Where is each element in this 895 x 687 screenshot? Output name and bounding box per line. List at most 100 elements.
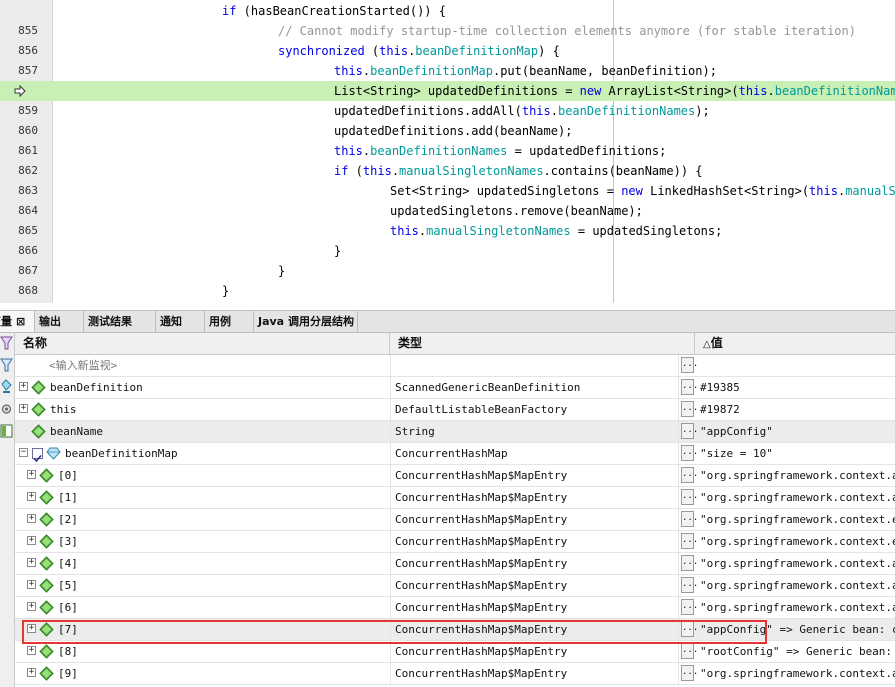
- ellipsis-button[interactable]: ...: [681, 577, 698, 593]
- variable-value[interactable]: "size = 10": [700, 443, 773, 464]
- expand-toggle-icon[interactable]: +: [27, 536, 36, 545]
- ellipsis-button[interactable]: ...: [681, 357, 698, 373]
- line-number: 859: [18, 104, 38, 117]
- tab-label: 变量: [0, 315, 12, 328]
- expand-toggle-icon[interactable]: +: [27, 580, 36, 589]
- ellipsis-button[interactable]: ...: [681, 401, 698, 417]
- tab-4[interactable]: 用例: [205, 311, 254, 332]
- expand-toggle-icon[interactable]: +: [19, 382, 28, 391]
- variable-value[interactable]: "org.springframework.context.annotation.…: [700, 597, 895, 618]
- table-row[interactable]: + [0] ConcurrentHashMap$MapEntry... "org.sp…: [15, 465, 895, 487]
- table-row[interactable]: + [1] ConcurrentHashMap$MapEntry... "org.sp…: [15, 487, 895, 509]
- expand-toggle-icon[interactable]: +: [27, 602, 36, 611]
- tab-5[interactable]: Java 调用分层结构: [254, 311, 358, 332]
- variable-value[interactable]: "org.springframework.context.annotation.…: [700, 465, 895, 486]
- code-line[interactable]: 859 updatedDefinitions.addAll(this.beanDe…: [0, 101, 895, 121]
- close-tab-icon[interactable]: ⊠: [16, 315, 25, 328]
- code-line[interactable]: 857 this.beanDefinitionMap.put(beanName, …: [0, 61, 895, 81]
- code-token: .: [391, 164, 400, 178]
- expand-toggle-icon[interactable]: +: [27, 470, 36, 479]
- filter-alt-icon[interactable]: [0, 357, 13, 375]
- table-row[interactable]: + [6] ConcurrentHashMap$MapEntry... "org.sp…: [15, 597, 895, 619]
- table-row[interactable]: + [2] ConcurrentHashMap$MapEntry... "org.sp…: [15, 509, 895, 531]
- variable-value[interactable]: #19872: [700, 399, 740, 420]
- variable-value[interactable]: "org.springframework.context.annotation.…: [700, 487, 895, 508]
- collapse-toggle-icon[interactable]: −: [19, 448, 28, 457]
- table-row[interactable]: + [8] ConcurrentHashMap$MapEntry... "rootCo…: [15, 641, 895, 663]
- table-row[interactable]: − beanDefinitionMap ConcurrentHashMap... "s…: [15, 443, 895, 465]
- ellipsis-button[interactable]: ...: [681, 511, 698, 527]
- ellipsis-button[interactable]: ...: [681, 533, 698, 549]
- variable-value[interactable]: "org.springframework.context.annotation.…: [700, 553, 895, 574]
- expand-toggle-icon[interactable]: +: [27, 668, 36, 677]
- code-line[interactable]: if (hasBeanCreationStarted()) {: [0, 1, 895, 21]
- variable-value[interactable]: "org.springframework.context.event.inter…: [700, 531, 895, 552]
- variable-value[interactable]: "appConfig" => Generic bean: class: [700, 619, 895, 640]
- variable-type: String: [390, 421, 678, 442]
- name-cell: + [7]: [15, 619, 390, 640]
- tab-1[interactable]: 输出: [35, 311, 84, 332]
- variable-value[interactable]: "org.springframework.context.annotation.…: [700, 663, 895, 684]
- variable-value[interactable]: "org.springframework.context.event.inter…: [700, 509, 895, 530]
- expand-toggle-icon[interactable]: +: [19, 404, 28, 413]
- code-line[interactable]: 862 if (this.manualSingletonNames.contain…: [0, 161, 895, 181]
- ellipsis-button[interactable]: ...: [681, 665, 698, 681]
- column-header-type[interactable]: 类型: [390, 333, 695, 354]
- expand-toggle-icon[interactable]: +: [27, 558, 36, 567]
- variable-value[interactable]: #19385: [700, 377, 740, 398]
- new-watch-placeholder[interactable]: <输入新监视>: [49, 355, 117, 376]
- field-variable-icon: [39, 556, 54, 571]
- column-header-name[interactable]: 名称: [15, 333, 390, 354]
- code-line[interactable]: 864 updatedSingletons.remove(beanName);: [0, 201, 895, 221]
- expand-toggle-icon[interactable]: +: [27, 492, 36, 501]
- table-row[interactable]: + beanDefinition ScannedGenericBeanDefinit…: [15, 377, 895, 399]
- watch-checkbox[interactable]: [32, 448, 43, 463]
- tab-0[interactable]: 变量 ⊠: [0, 311, 35, 332]
- column-header-value-label: 值: [710, 336, 723, 350]
- new-watch-row[interactable]: <输入新监视> ...: [15, 355, 895, 377]
- table-row[interactable]: + [5] ConcurrentHashMap$MapEntry... "org.sp…: [15, 575, 895, 597]
- column-header-value[interactable]: △值: [695, 333, 895, 354]
- code-line[interactable]: 865 this.manualSingletonNames = updatedSi…: [0, 221, 895, 241]
- code-line[interactable]: 860 updatedDefinitions.add(beanName);: [0, 121, 895, 141]
- ellipsis-button[interactable]: ...: [681, 423, 698, 439]
- watch-icon[interactable]: [0, 379, 13, 397]
- code-line[interactable]: 856 synchronized (this.beanDefinitionMap)…: [0, 41, 895, 61]
- code-editor[interactable]: if (hasBeanCreationStarted()) {855 // Can…: [0, 0, 895, 303]
- ellipsis-button[interactable]: ...: [681, 379, 698, 395]
- expand-toggle-icon[interactable]: +: [27, 514, 36, 523]
- table-row[interactable]: beanName String... "appConfig": [15, 421, 895, 443]
- variable-value[interactable]: "rootConfig" => Generic bean: class: [700, 641, 895, 662]
- code-line-current[interactable]: List<String> updatedDefinitions = new Ar…: [0, 81, 895, 101]
- code-line[interactable]: 868}: [0, 281, 895, 301]
- ellipsis-button[interactable]: ...: [681, 621, 698, 637]
- ellipsis-button[interactable]: ...: [681, 467, 698, 483]
- value-cell: ..."org.springframework.context.annotati…: [678, 553, 895, 574]
- variable-value[interactable]: "org.springframework.context.annotation.…: [700, 575, 895, 596]
- table-row[interactable]: + [9] ConcurrentHashMap$MapEntry... "org.sp…: [15, 663, 895, 685]
- code-token: .: [767, 84, 775, 98]
- code-line[interactable]: 867}: [0, 261, 895, 281]
- ellipsis-button[interactable]: ...: [681, 555, 698, 571]
- expand-toggle-icon[interactable]: +: [27, 624, 36, 633]
- tab-3[interactable]: 通知: [156, 311, 205, 332]
- table-row[interactable]: + [7] ConcurrentHashMap$MapEntry... "appCon…: [15, 619, 895, 641]
- filter-icon[interactable]: [0, 335, 13, 353]
- value-cell: ... "appConfig": [678, 421, 895, 442]
- code-line[interactable]: 866}: [0, 241, 895, 261]
- table-row[interactable]: + [3] ConcurrentHashMap$MapEntry... "org.sp…: [15, 531, 895, 553]
- ellipsis-button[interactable]: ...: [681, 599, 698, 615]
- tab-2[interactable]: 测试结果: [84, 311, 156, 332]
- ellipsis-button[interactable]: ...: [681, 643, 698, 659]
- variable-value[interactable]: "appConfig": [700, 421, 773, 442]
- settings-icon[interactable]: [0, 401, 13, 419]
- code-line[interactable]: 863 Set<String> updatedSingletons = new L…: [0, 181, 895, 201]
- ellipsis-button[interactable]: ...: [681, 445, 698, 461]
- ellipsis-button[interactable]: ...: [681, 489, 698, 505]
- code-line[interactable]: 861 this.beanDefinitionNames = updatedDef…: [0, 141, 895, 161]
- expand-toggle-icon[interactable]: +: [27, 646, 36, 655]
- table-row[interactable]: + this DefaultListableBeanFactory... #19872: [15, 399, 895, 421]
- table-row[interactable]: + [4] ConcurrentHashMap$MapEntry... "org.sp…: [15, 553, 895, 575]
- columns-icon[interactable]: [0, 423, 13, 441]
- code-line[interactable]: 855 // Cannot modify startup-time collect…: [0, 21, 895, 41]
